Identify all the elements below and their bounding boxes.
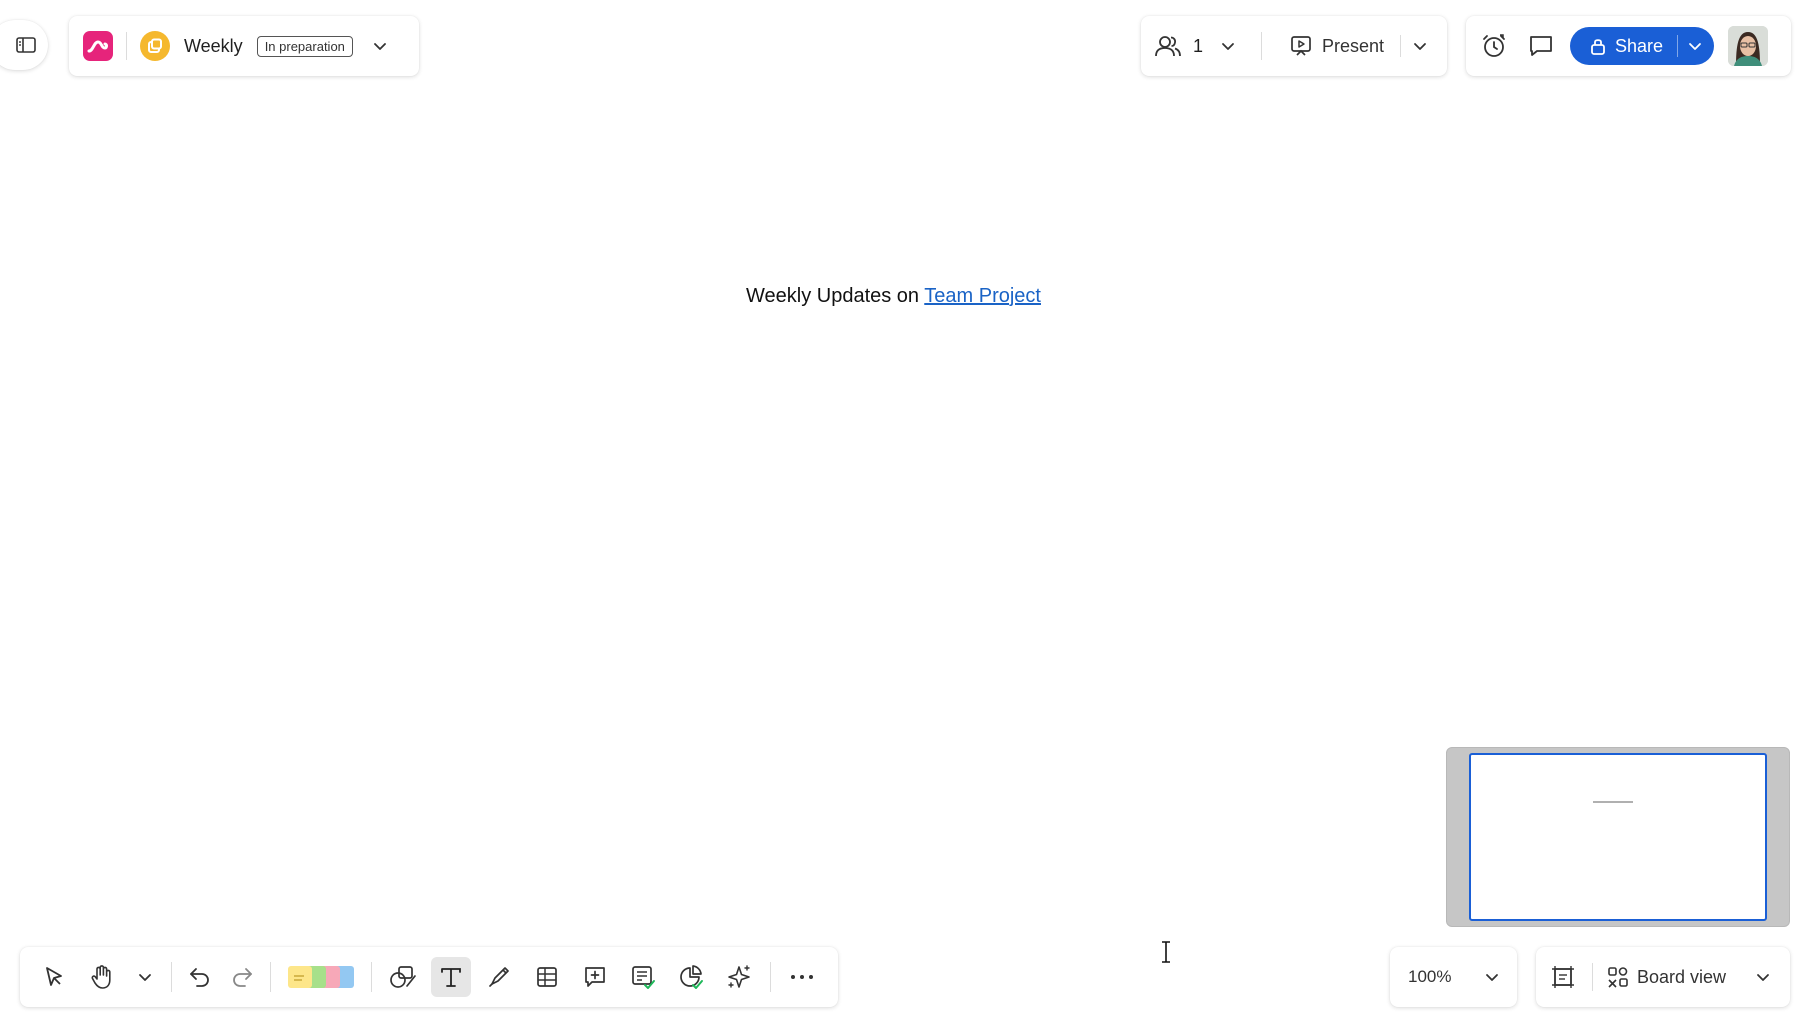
- chevron-down-icon: [1688, 41, 1702, 51]
- text-cursor-icon: [1160, 940, 1172, 964]
- table-icon[interactable]: [527, 957, 567, 997]
- user-count[interactable]: 1: [1193, 36, 1203, 57]
- miro-logo-icon[interactable]: [83, 31, 113, 61]
- divider: [1592, 963, 1593, 991]
- zoom-control[interactable]: 100%: [1390, 947, 1517, 1007]
- shapes-icon[interactable]: [383, 957, 423, 997]
- divider: [270, 962, 271, 992]
- hand-icon[interactable]: [82, 957, 122, 997]
- chevron-down-icon[interactable]: [373, 41, 387, 51]
- minimap[interactable]: [1446, 747, 1790, 927]
- card-icon[interactable]: [623, 957, 663, 997]
- select-icon[interactable]: [34, 957, 74, 997]
- share-main-button[interactable]: Share: [1570, 27, 1677, 65]
- canvas-text-item[interactable]: Weekly Updates on Team Project: [746, 285, 1041, 308]
- board-view-icon[interactable]: [1607, 966, 1629, 988]
- users-icon[interactable]: [1155, 34, 1181, 58]
- pen-icon[interactable]: [479, 957, 519, 997]
- sidebar-toggle-icon: [16, 36, 36, 54]
- more-icon[interactable]: [782, 957, 822, 997]
- divider: [126, 32, 127, 60]
- board-icon: [140, 31, 170, 61]
- zoom-value[interactable]: 100%: [1408, 967, 1451, 987]
- minimap-viewport[interactable]: [1469, 753, 1767, 921]
- chart-icon[interactable]: [671, 957, 711, 997]
- view-chevron-down-icon[interactable]: [1756, 972, 1770, 982]
- sticky-notes-icon[interactable]: [282, 957, 360, 997]
- more-tools-chevron-icon[interactable]: [130, 957, 160, 997]
- divider: [1261, 32, 1263, 60]
- view-control: Board view: [1536, 947, 1790, 1007]
- creation-toolbar: [20, 947, 838, 1007]
- text-icon[interactable]: [431, 957, 471, 997]
- board-title[interactable]: Weekly: [184, 36, 243, 57]
- users-chevron-down-icon[interactable]: [1221, 41, 1235, 51]
- divider: [371, 962, 372, 992]
- zoom-chevron-down-icon[interactable]: [1485, 972, 1499, 982]
- timer-icon[interactable]: [1480, 33, 1508, 59]
- share-dropdown-button[interactable]: [1678, 27, 1714, 65]
- present-icon[interactable]: [1290, 35, 1312, 57]
- collaboration-panel: 1 Present: [1141, 16, 1447, 76]
- status-badge[interactable]: In preparation: [256, 35, 353, 57]
- redo-icon[interactable]: [225, 957, 259, 997]
- divider: [171, 962, 172, 992]
- board-view-button[interactable]: Board view: [1637, 967, 1726, 988]
- share-button[interactable]: Share: [1570, 27, 1715, 65]
- canvas-text: Weekly Updates on: [746, 285, 925, 307]
- undo-icon[interactable]: [183, 957, 217, 997]
- sidebar-toggle-button[interactable]: [0, 20, 48, 70]
- divider: [1400, 35, 1402, 57]
- actions-panel: Share: [1466, 16, 1791, 76]
- present-chevron-down-icon[interactable]: [1413, 41, 1427, 51]
- frames-icon[interactable]: [1550, 964, 1576, 990]
- share-label: Share: [1615, 35, 1664, 56]
- comments-icon[interactable]: [1528, 34, 1554, 58]
- divider: [770, 962, 771, 992]
- comment-add-icon[interactable]: [575, 957, 615, 997]
- lock-icon: [1590, 37, 1606, 55]
- team-project-link[interactable]: Team Project: [924, 285, 1041, 307]
- minimap-content-mark: [1593, 801, 1633, 803]
- ai-sparkle-icon[interactable]: [719, 957, 759, 997]
- present-button[interactable]: Present: [1322, 36, 1384, 57]
- avatar[interactable]: [1728, 26, 1769, 66]
- board-header: Weekly In preparation: [69, 16, 419, 76]
